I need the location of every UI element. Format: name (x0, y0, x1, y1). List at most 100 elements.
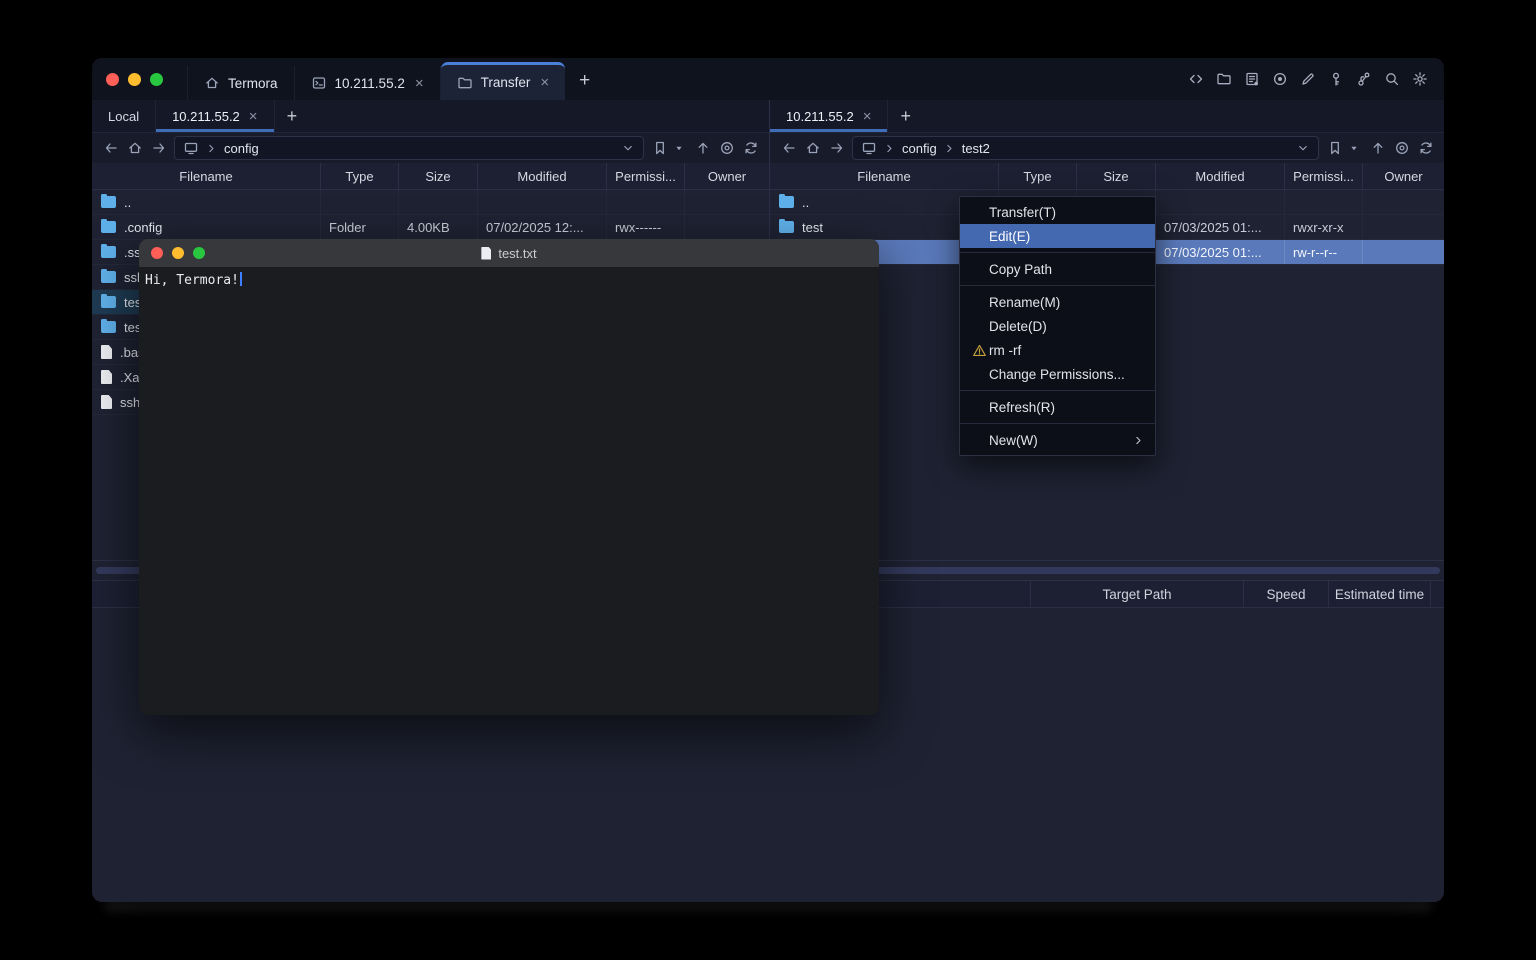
bookmark-icon[interactable] (1326, 140, 1343, 157)
editor-window: test.txt Hi, Termora! (139, 239, 879, 715)
transfer-col-estimated-time[interactable]: Estimated time (1329, 581, 1431, 607)
transfer-col-speed[interactable]: Speed (1244, 581, 1329, 607)
right-path-field[interactable]: config test2 (852, 136, 1319, 160)
key-icon[interactable] (1327, 71, 1344, 88)
zoom-window-button[interactable] (150, 73, 163, 86)
home-icon[interactable] (804, 140, 821, 157)
folder-icon[interactable] (1215, 71, 1232, 88)
editor-content[interactable]: Hi, Termora! (139, 267, 879, 293)
column-header-type[interactable]: Type (999, 163, 1077, 189)
upload-icon[interactable] (1369, 140, 1386, 157)
menu-item-refresh-r-[interactable]: Refresh(R) (960, 395, 1155, 419)
close-tab-icon[interactable]: × (415, 76, 424, 91)
close-tab-icon[interactable]: × (249, 109, 258, 124)
column-header-filename[interactable]: Filename (770, 163, 999, 189)
show-hidden-files-icon[interactable] (1393, 140, 1410, 157)
path-segment[interactable]: test2 (962, 141, 990, 156)
left-path-field[interactable]: config (174, 136, 644, 160)
transfer-col-target-path[interactable]: Target Path (1031, 581, 1244, 607)
upload-icon[interactable] (694, 140, 711, 157)
new-tab-button[interactable]: + (579, 70, 590, 92)
folder-icon (779, 221, 794, 233)
close-tab-icon[interactable]: × (540, 75, 549, 90)
titlebar-actions (1187, 71, 1428, 88)
bookmark-icon[interactable] (651, 140, 668, 157)
modified-cell: 07/02/2025 12:... (478, 215, 607, 239)
menu-item-rm-rf[interactable]: rm -rf (960, 338, 1155, 362)
search-icon[interactable] (1383, 71, 1400, 88)
chevron-down-icon[interactable] (1294, 140, 1311, 157)
context-menu: Transfer(T)Edit(E) Copy Path Rename(M)Dele… (959, 196, 1156, 456)
menu-item-rename-m-[interactable]: Rename(M) (960, 290, 1155, 314)
menu-item-transfer-t-[interactable]: Transfer(T) (960, 200, 1155, 224)
close-tab-icon[interactable]: × (863, 109, 872, 124)
show-hidden-files-icon[interactable] (718, 140, 735, 157)
back-icon[interactable] (780, 140, 797, 157)
column-header-filename[interactable]: Filename (92, 163, 321, 189)
panel-tab-10-211-55-2[interactable]: 10.211.55.2× (156, 100, 274, 132)
menu-item-copy-path[interactable]: Copy Path (960, 257, 1155, 281)
filename-text: test (802, 220, 823, 235)
column-header-permissi-[interactable]: Permissi... (607, 163, 685, 189)
home-icon (204, 75, 220, 91)
chevron-down-icon[interactable] (619, 140, 636, 157)
code-icon[interactable] (1187, 71, 1204, 88)
refresh-icon[interactable] (1417, 140, 1434, 157)
close-window-button[interactable] (106, 73, 119, 86)
editor-titlebar[interactable]: test.txt (139, 239, 879, 267)
permissions-cell (607, 190, 685, 214)
column-header-type[interactable]: Type (321, 163, 399, 189)
column-header-modified[interactable]: Modified (478, 163, 607, 189)
menu-separator (960, 252, 1155, 253)
editor-minimize-button[interactable] (172, 247, 184, 259)
editor-zoom-button[interactable] (193, 247, 205, 259)
folder-icon (101, 271, 116, 283)
file-row[interactable]: .configFolder4.00KB07/02/2025 12:...rwx-… (92, 215, 769, 240)
column-header-modified[interactable]: Modified (1156, 163, 1285, 189)
right-table-header: FilenameTypeSizeModifiedPermissi...Owner (770, 163, 1444, 190)
macro-icon[interactable] (1271, 71, 1288, 88)
path-segment[interactable]: config (902, 141, 937, 156)
menu-item-change-permissions-[interactable]: Change Permissions... (960, 362, 1155, 386)
owner-cell (1363, 240, 1444, 264)
back-icon[interactable] (102, 140, 119, 157)
menu-item-new-w-[interactable]: New(W) (960, 428, 1155, 452)
forward-icon[interactable] (828, 140, 845, 157)
computer-icon (182, 140, 199, 157)
refresh-icon[interactable] (742, 140, 759, 157)
panel-tab-local[interactable]: Local (92, 100, 156, 132)
text-caret (240, 272, 242, 286)
title-tab-termora[interactable]: Termora (187, 66, 295, 100)
panel-tab-10-211-55-2[interactable]: 10.211.55.2× (770, 100, 888, 132)
file-row[interactable]: .. (92, 190, 769, 215)
menu-item-edit-e-[interactable]: Edit(E) (960, 224, 1155, 248)
bookmark-caret-icon[interactable] (1345, 140, 1362, 157)
column-header-owner[interactable]: Owner (1363, 163, 1444, 189)
column-header-size[interactable]: Size (1077, 163, 1156, 189)
menu-item-delete-d-[interactable]: Delete(D) (960, 314, 1155, 338)
log-icon[interactable] (1243, 71, 1260, 88)
forward-icon[interactable] (150, 140, 167, 157)
path-segment[interactable]: config (224, 141, 259, 156)
title-tab-transfer[interactable]: Transfer × (441, 62, 566, 100)
edit-icon[interactable] (1299, 71, 1316, 88)
bookmark-caret-icon[interactable] (670, 140, 687, 157)
column-header-size[interactable]: Size (399, 163, 478, 189)
modified-cell (478, 190, 607, 214)
minimize-window-button[interactable] (128, 73, 141, 86)
terminal-icon (311, 75, 327, 91)
new-panel-tab-button[interactable]: + (275, 100, 310, 132)
editor-close-button[interactable] (151, 247, 163, 259)
left-panel-toolbar: config (92, 133, 769, 163)
home-icon[interactable] (126, 140, 143, 157)
settings-icon[interactable] (1411, 71, 1428, 88)
submenu-chevron-icon (1132, 434, 1145, 447)
column-header-owner[interactable]: Owner (685, 163, 769, 189)
bookmark-group (651, 140, 687, 157)
title-tab-10-211-55-2[interactable]: 10.211.55.2× (295, 66, 441, 100)
left-panel-tabs: Local10.211.55.2×+ (92, 100, 769, 133)
column-header-permissi-[interactable]: Permissi... (1285, 163, 1363, 189)
title-tab-label: Transfer (481, 75, 531, 90)
new-panel-tab-button[interactable]: + (888, 100, 923, 132)
keychain-icon[interactable] (1355, 71, 1372, 88)
